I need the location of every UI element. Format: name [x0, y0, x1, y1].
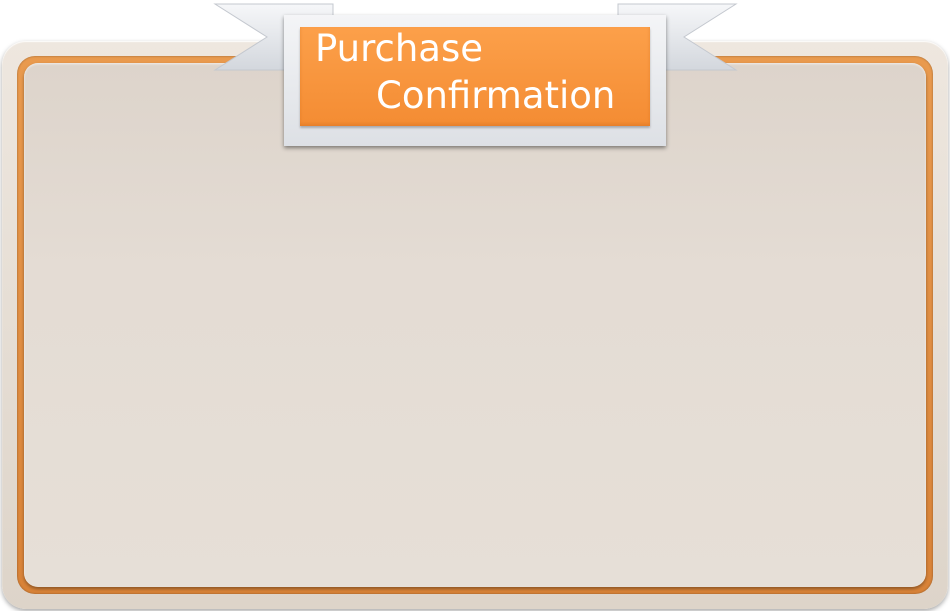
dialog-title-line-1: Purchase [315, 27, 484, 70]
dialog-title-line-2: Confirmation [376, 74, 616, 117]
title-banner: Purchase Confirmation [284, 15, 666, 146]
title-banner-face: Purchase Confirmation [300, 27, 650, 126]
